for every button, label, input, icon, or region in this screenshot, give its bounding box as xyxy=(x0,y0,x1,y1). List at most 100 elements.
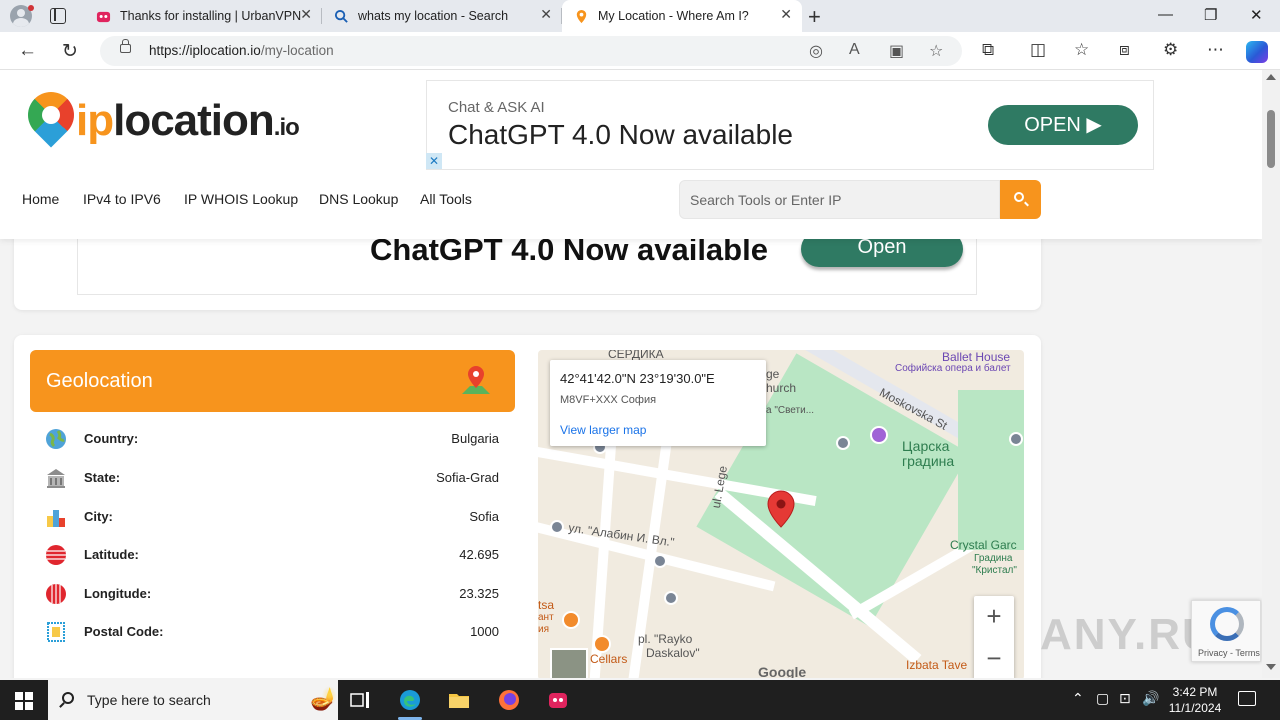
search-icon xyxy=(334,9,348,23)
nav-ip-whois[interactable]: IP WHOIS Lookup xyxy=(184,191,298,207)
clock-time: 3:42 PM xyxy=(1172,685,1218,699)
favorites-icon[interactable]: ☆ xyxy=(1074,40,1089,60)
tab-actions-icon[interactable] xyxy=(50,8,66,24)
tab-close-icon[interactable]: ✕ xyxy=(300,6,312,23)
volume-icon[interactable]: 🔊 xyxy=(1142,690,1159,707)
nav-ipv4-to-ipv6[interactable]: IPv4 to IPV6 xyxy=(83,191,161,207)
logo-pin-icon xyxy=(18,82,84,148)
favorite-star-icon[interactable]: ☆ xyxy=(929,41,943,61)
recaptcha-badge[interactable]: Privacy - Terms xyxy=(1191,600,1261,662)
search-button[interactable] xyxy=(1000,180,1041,219)
popup-coordinates: 42°41'42.0"N 23°19'30.0"E xyxy=(560,371,715,386)
tab-urbanvpn[interactable]: Thanks for installing | UrbanVPN ✕ xyxy=(84,0,322,32)
extensions-icon[interactable]: ⧉ xyxy=(982,40,994,60)
urbanvpn-taskbar-icon[interactable] xyxy=(546,688,570,712)
geo-row-city: City: Sofia xyxy=(30,498,515,536)
lock-icon[interactable] xyxy=(120,39,131,53)
close-window-icon[interactable]: ✕ xyxy=(1250,6,1263,24)
ad-open-button[interactable]: OPEN ▶ xyxy=(988,105,1138,145)
tab-label: My Location - Where Am I? xyxy=(598,9,749,23)
windows-start-icon[interactable] xyxy=(15,692,33,710)
tab-close-icon[interactable]: ✕ xyxy=(780,6,792,23)
logo-text: iplocation.io xyxy=(76,96,300,145)
tray-device-icon[interactable]: ▢ xyxy=(1096,690,1109,707)
geolocation-header: Geolocation xyxy=(30,350,515,412)
ad-banner-second[interactable]: ChatGPT 4.0 Now available Open xyxy=(77,230,977,295)
tab-close-icon[interactable]: ✕ xyxy=(540,6,552,23)
location-map[interactable]: СЕРДИКА Ballet House Софийска опера и ба… xyxy=(538,350,1024,678)
latitude-value: 42.695 xyxy=(459,547,499,562)
tab-search[interactable]: whats my location - Search ✕ xyxy=(322,0,562,32)
url-text[interactable]: https://iplocation.io/my-location xyxy=(149,43,334,58)
urbanvpn-icon xyxy=(96,11,111,23)
transit-stop-icon[interactable] xyxy=(1009,432,1023,446)
map-pin-icon xyxy=(462,366,490,394)
refresh-icon[interactable]: ↻ xyxy=(62,40,78,63)
location-marker-icon[interactable] xyxy=(767,490,795,528)
map-satellite-toggle[interactable] xyxy=(550,648,588,678)
search-icon xyxy=(1014,192,1024,202)
tool-search-input[interactable] xyxy=(679,180,1000,219)
restaurant-poi-icon[interactable] xyxy=(562,611,580,629)
location-permission-icon[interactable]: ◎ xyxy=(809,41,823,61)
browser-tab-bar: Thanks for installing | UrbanVPN ✕ whats… xyxy=(0,0,1280,32)
country-value: Bulgaria xyxy=(451,431,499,446)
restaurant-poi-icon[interactable] xyxy=(593,635,611,653)
geo-row-longitude: Longitude: 23.325 xyxy=(30,575,515,613)
nav-dns-lookup[interactable]: DNS Lookup xyxy=(319,191,398,207)
map-info-popup: 42°41'42.0"N 23°19'30.0"E M8VF+XXX София… xyxy=(550,360,766,446)
taskbar-clock[interactable]: 3:42 PM 11/1/2024 xyxy=(1162,684,1228,716)
transit-stop-icon[interactable] xyxy=(653,554,667,568)
vpn-extension-icon[interactable]: ⚙ xyxy=(1163,40,1178,60)
longitude-icon xyxy=(46,584,66,604)
collections-icon[interactable]: ⧈ xyxy=(1119,40,1130,60)
page-scrollbar[interactable] xyxy=(1262,70,1280,678)
city-value: Sofia xyxy=(469,509,499,524)
ad-banner-top[interactable]: Chat & ASK AI ChatGPT 4.0 Now available … xyxy=(426,80,1154,170)
restore-icon[interactable]: ❐ xyxy=(1204,6,1217,24)
new-tab-button[interactable]: + xyxy=(808,4,821,30)
view-larger-map-link[interactable]: View larger map xyxy=(560,423,646,437)
transit-stop-icon[interactable] xyxy=(550,520,564,534)
city-icon xyxy=(47,510,65,527)
transit-stop-icon[interactable] xyxy=(664,591,678,605)
scroll-up-icon[interactable] xyxy=(1266,74,1276,80)
longitude-value: 23.325 xyxy=(459,586,499,601)
scroll-down-icon[interactable] xyxy=(1266,664,1276,670)
network-icon[interactable]: ⊡ xyxy=(1119,690,1131,707)
minimize-icon[interactable]: — xyxy=(1158,6,1173,23)
clock-date: 11/1/2024 xyxy=(1168,701,1222,715)
more-menu-icon[interactable]: ⋯ xyxy=(1207,40,1224,60)
notification-center-icon[interactable] xyxy=(1238,691,1256,706)
edge-browser-icon[interactable] xyxy=(398,688,422,712)
recaptcha-links[interactable]: Privacy - Terms xyxy=(1198,648,1260,658)
site-logo[interactable]: iplocation.io xyxy=(18,82,318,160)
zoom-in-button[interactable]: + xyxy=(974,596,1014,636)
scroll-thumb[interactable] xyxy=(1267,110,1275,168)
state-value: Sofia-Grad xyxy=(436,470,499,485)
tab-my-location[interactable]: My Location - Where Am I? ✕ xyxy=(562,0,802,32)
nav-all-tools[interactable]: All Tools xyxy=(420,191,472,207)
read-aloud-icon[interactable]: A xyxy=(849,41,860,59)
tray-chevron-icon[interactable]: ⌃ xyxy=(1072,690,1084,707)
geo-row-postal-code: Postal Code: 1000 xyxy=(30,613,515,651)
split-screen-icon[interactable]: ◫ xyxy=(1030,40,1046,60)
theater-poi-icon[interactable] xyxy=(870,426,888,444)
ad-close-icon[interactable]: ✕ xyxy=(426,153,442,169)
firefox-icon[interactable] xyxy=(497,688,521,712)
copilot-icon[interactable] xyxy=(1246,41,1268,63)
search-icon xyxy=(62,692,74,704)
recaptcha-icon xyxy=(1210,607,1244,641)
profile-notification-dot xyxy=(28,5,34,11)
nav-home[interactable]: Home xyxy=(22,191,59,207)
search-highlight-icon[interactable]: 🪔 xyxy=(310,686,337,712)
transit-stop-icon[interactable] xyxy=(836,436,850,450)
task-view-icon[interactable] xyxy=(348,688,372,712)
map-zoom-control: + − xyxy=(974,596,1014,678)
immersive-reader-icon[interactable]: ▣ xyxy=(889,41,904,61)
taskbar-search-box[interactable]: Type here to search 🪔 xyxy=(48,680,338,720)
zoom-out-button[interactable]: − xyxy=(974,638,1014,678)
file-explorer-icon[interactable] xyxy=(447,688,471,712)
url-field[interactable]: https://iplocation.io/my-location ◎ A ▣ … xyxy=(100,36,962,66)
back-arrow-icon[interactable]: ← xyxy=(18,40,37,62)
